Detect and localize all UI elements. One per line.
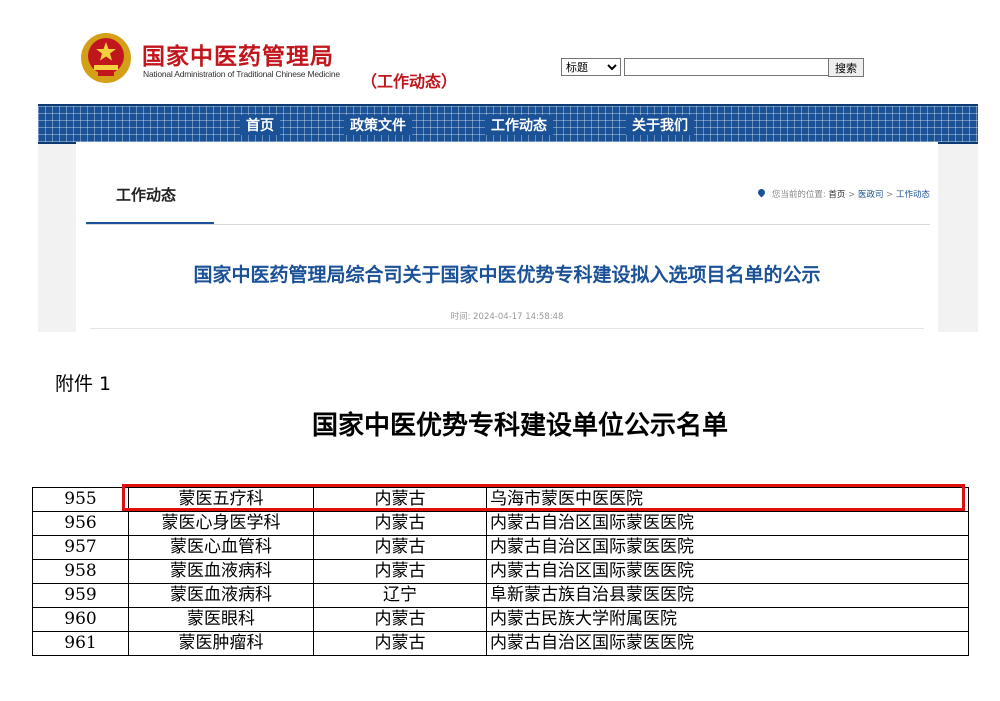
row-institution: 内蒙古自治区国际蒙医医院 — [486, 511, 969, 536]
table-row: 960 蒙医眼科 内蒙古 内蒙古民族大学附属医院 — [32, 607, 969, 632]
row-province: 内蒙古 — [313, 607, 487, 632]
nav-item-work-news[interactable]: 工作动态 — [485, 115, 553, 135]
table-row: 956 蒙医心身医学科 内蒙古 内蒙古自治区国际蒙医医院 — [32, 511, 969, 536]
row-number: 956 — [32, 511, 129, 536]
row-number: 957 — [32, 535, 129, 560]
row-institution: 内蒙古民族大学附属医院 — [486, 607, 969, 632]
row-province: 内蒙古 — [313, 535, 487, 560]
row-institution: 内蒙古自治区国际蒙医医院 — [486, 535, 969, 560]
site-name[interactable]: 国家中医药管理局 — [142, 37, 334, 71]
webpage-screenshot: 国家中医药管理局 National Administration of Trad… — [38, 10, 978, 332]
row-province: 辽宁 — [313, 583, 487, 608]
content-card: 工作动态 您当前的位置: 首页 > 医政司 > 工作动态 国家中医药管理局综合司… — [76, 142, 938, 332]
national-emblem-icon — [81, 33, 131, 83]
document-title: 国家中医优势专科建设单位公示名单 — [311, 411, 728, 441]
breadcrumb-separator: > — [848, 190, 856, 200]
row-number: 961 — [32, 631, 129, 656]
row-department: 蒙医心身医学科 — [128, 511, 314, 536]
article-time-label: 时间: — [450, 312, 471, 322]
site-name-english: National Administration of Traditional C… — [143, 69, 340, 79]
section-tag: （工作动态） — [361, 72, 458, 91]
article-time: 时间: 2024-04-17 14:58:48 — [76, 310, 938, 322]
row-province: 内蒙古 — [313, 631, 487, 656]
search-field-select[interactable]: 标题 — [561, 58, 621, 76]
breadcrumb-current[interactable]: 工作动态 — [896, 190, 930, 200]
unit-list-table: 955 蒙医五疗科 内蒙古 乌海市蒙医中医医院 956 蒙医心身医学科 内蒙古 内蒙古自治区国… — [32, 487, 969, 656]
row-number: 960 — [32, 607, 129, 632]
breadcrumb-dept[interactable]: 医政司 — [858, 190, 884, 200]
row-institution: 内蒙古自治区国际蒙医医院 — [486, 631, 969, 656]
section-divider — [86, 224, 930, 225]
section-title: 工作动态 — [116, 186, 177, 204]
breadcrumb-prefix: 您当前的位置: — [771, 190, 826, 200]
row-province: 内蒙古 — [313, 559, 487, 584]
location-pin-icon — [756, 187, 767, 198]
nav-item-home[interactable]: 首页 — [240, 115, 280, 135]
article-divider — [90, 328, 924, 329]
article-title: 国家中医药管理局综合司关于国家中医优势专科建设拟入选项目名单的公示 — [193, 264, 821, 286]
article-time-value: 2024-04-17 14:58:48 — [473, 312, 564, 322]
breadcrumb-home[interactable]: 首页 — [828, 190, 845, 200]
row-department: 蒙医眼科 — [128, 607, 314, 632]
row-province: 内蒙古 — [313, 511, 487, 536]
table-row: 959 蒙医血液病科 辽宁 阜新蒙古族自治县蒙医医院 — [32, 583, 969, 608]
row-institution: 内蒙古自治区国际蒙医医院 — [486, 559, 969, 584]
table-row: 958 蒙医血液病科 内蒙古 内蒙古自治区国际蒙医医院 — [32, 559, 969, 584]
row-number: 955 — [32, 487, 129, 512]
main-nav: 首页 政策文件 工作动态 关于我们 — [38, 104, 978, 144]
row-number: 959 — [32, 583, 129, 608]
search-input[interactable] — [624, 58, 832, 76]
breadcrumb-separator: > — [886, 190, 894, 200]
attachment-label: 附件 1 — [55, 373, 112, 395]
nav-item-about[interactable]: 关于我们 — [626, 115, 694, 135]
row-department: 蒙医血液病科 — [128, 583, 314, 608]
row-department: 蒙医心血管科 — [128, 535, 314, 560]
row-department: 蒙医血液病科 — [128, 559, 314, 584]
search-button[interactable]: 搜索 — [828, 58, 864, 77]
row-number: 958 — [32, 559, 129, 584]
nav-item-policy[interactable]: 政策文件 — [344, 115, 412, 135]
table-row: 957 蒙医心血管科 内蒙古 内蒙古自治区国际蒙医医院 — [32, 535, 969, 560]
breadcrumb: 您当前的位置: 首页 > 医政司 > 工作动态 — [756, 187, 930, 200]
table-row: 961 蒙医肿瘤科 内蒙古 内蒙古自治区国际蒙医医院 — [32, 631, 969, 656]
highlight-box — [122, 484, 965, 511]
row-department: 蒙医肿瘤科 — [128, 631, 314, 656]
site-header: 国家中医药管理局 National Administration of Trad… — [38, 10, 978, 104]
row-institution: 阜新蒙古族自治县蒙医医院 — [486, 583, 969, 608]
